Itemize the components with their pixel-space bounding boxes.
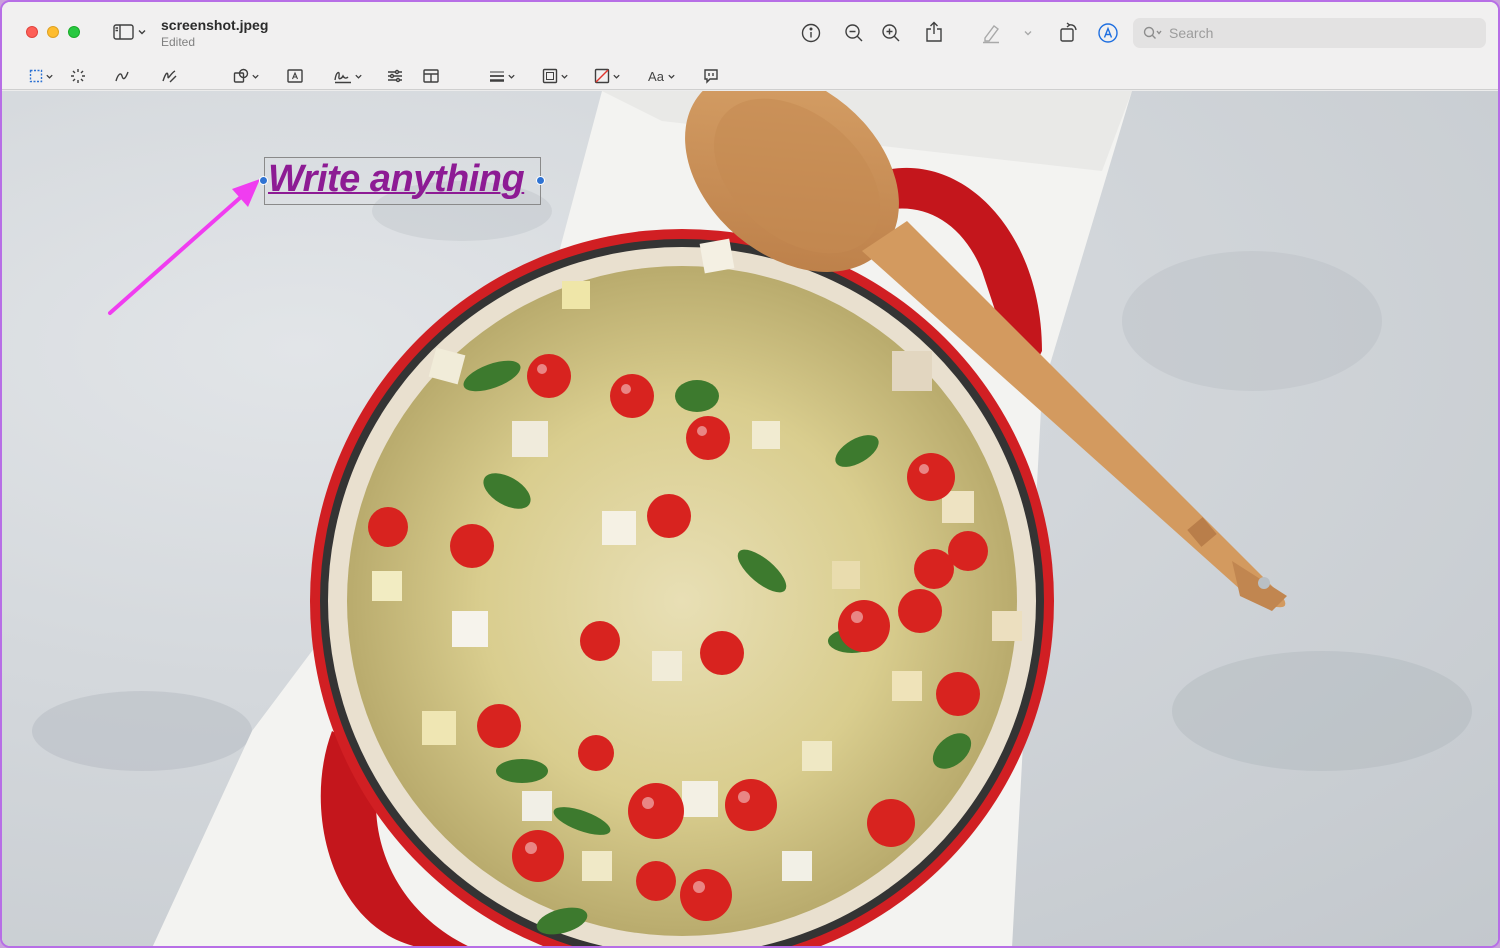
rotate-icon — [1060, 22, 1077, 42]
preview-window: screenshot.jpeg Edited Search Aa Write a… — [0, 0, 1500, 948]
chevron-down-icon — [612, 74, 620, 79]
image-canvas[interactable]: Write anything — [2, 91, 1498, 946]
highlight-options-button[interactable] — [1019, 24, 1037, 42]
border-color-icon — [542, 68, 557, 84]
fullscreen-button[interactable] — [68, 26, 80, 38]
adjust-color-icon — [388, 69, 402, 83]
highlight-pen-icon — [983, 25, 999, 44]
markup-button[interactable] — [1095, 20, 1121, 46]
sketch-icon — [115, 71, 129, 82]
window-title: screenshot.jpeg — [161, 17, 269, 33]
share-icon — [926, 21, 942, 42]
shapes-icon — [233, 68, 248, 83]
zoom-in-icon — [882, 24, 900, 42]
document-status: Edited — [161, 35, 196, 49]
adjust-size-button[interactable] — [421, 67, 441, 85]
chevron-down-icon — [668, 74, 675, 79]
search-input[interactable] — [1169, 25, 1469, 41]
selection-tool-button[interactable] — [26, 67, 56, 85]
rect-selection-icon — [29, 69, 42, 83]
info-button[interactable] — [799, 21, 823, 45]
zoom-out-button[interactable] — [842, 21, 866, 45]
note-icon — [704, 69, 718, 84]
sketch-tool-button[interactable] — [112, 67, 132, 85]
draw-icon — [162, 70, 177, 83]
chevron-down-icon — [251, 74, 259, 79]
note-button[interactable] — [701, 67, 721, 85]
draw-tool-button[interactable] — [159, 67, 179, 85]
resize-handle-left[interactable] — [259, 176, 268, 185]
signature-icon — [334, 71, 351, 84]
chevron-down-icon — [1024, 31, 1032, 36]
share-button[interactable] — [922, 19, 946, 45]
text-style-icon: Aa — [648, 68, 664, 84]
border-color-button[interactable] — [538, 67, 572, 85]
resize-handle-right[interactable] — [536, 176, 545, 185]
chevron-down-icon — [138, 30, 146, 35]
chevron-down-icon — [355, 74, 362, 79]
shape-style-icon — [489, 71, 504, 82]
fill-color-button[interactable] — [590, 67, 624, 85]
text-box-icon — [287, 69, 303, 83]
markup-icon — [1098, 23, 1118, 43]
title-bar: screenshot.jpeg Edited — [2, 2, 1498, 62]
close-button[interactable] — [26, 26, 38, 38]
chevron-down-icon — [45, 74, 53, 79]
text-style-button[interactable]: Aa — [644, 67, 680, 85]
zoom-in-button[interactable] — [879, 21, 903, 45]
sidebar-icon — [113, 24, 134, 40]
fill-color-icon — [594, 68, 609, 84]
shapes-button[interactable] — [230, 67, 262, 85]
adjust-color-button[interactable] — [385, 67, 405, 85]
instant-alpha-button[interactable] — [68, 67, 88, 85]
sidebar-toggle-button[interactable] — [110, 22, 150, 42]
minimize-button[interactable] — [47, 26, 59, 38]
zoom-out-icon — [845, 24, 863, 42]
highlight-button[interactable] — [978, 20, 1004, 46]
chevron-down-icon — [560, 74, 568, 79]
title-block: screenshot.jpeg Edited — [161, 17, 268, 49]
instant-alpha-icon — [71, 69, 85, 83]
shape-style-button[interactable] — [486, 67, 518, 85]
signature-button[interactable] — [331, 67, 365, 85]
rotate-button[interactable] — [1057, 19, 1081, 45]
adjust-size-icon — [423, 69, 439, 83]
search-icon — [1143, 26, 1162, 39]
markup-toolbar: Aa — [2, 62, 1498, 90]
search-field[interactable] — [1133, 18, 1486, 48]
text-box-button[interactable] — [285, 67, 305, 85]
info-icon — [801, 23, 821, 43]
text-annotation[interactable]: Write anything — [268, 158, 525, 201]
chevron-down-icon — [507, 74, 515, 79]
